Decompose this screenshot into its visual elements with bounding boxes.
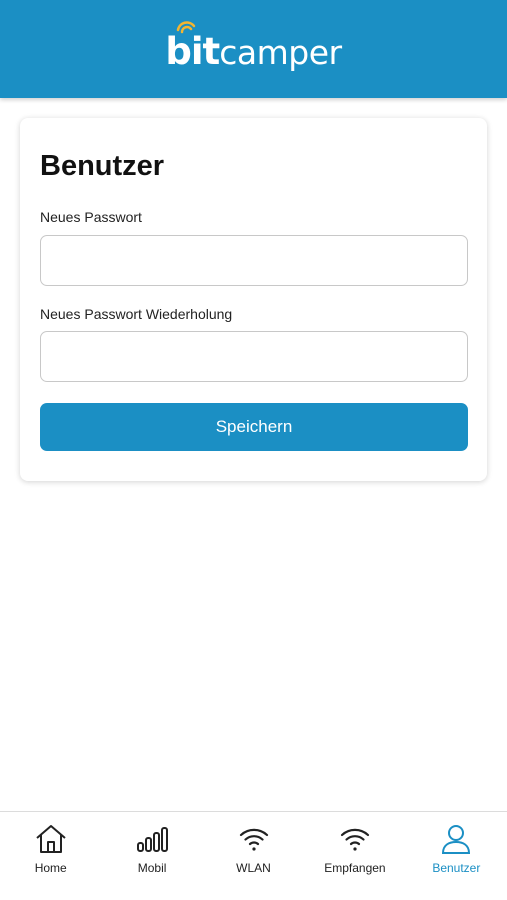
nav-label-wlan: WLAN — [236, 861, 271, 875]
app-header: bit camper — [0, 0, 507, 98]
wifi-icon — [239, 828, 268, 851]
nav-item-benutzer[interactable]: Benutzer — [406, 812, 507, 900]
nav-item-empfangen[interactable]: Empfangen — [304, 812, 405, 900]
nav-item-wlan[interactable]: WLAN — [203, 812, 304, 900]
repeat-password-field[interactable] — [40, 331, 468, 382]
wifi-wave-icon — [177, 20, 196, 33]
repeat-password-label: Neues Passwort Wiederholung — [40, 306, 233, 322]
new-password-label: Neues Passwort — [40, 209, 142, 225]
home-icon — [36, 825, 66, 853]
nav-label-mobil: Mobil — [137, 861, 167, 875]
user-settings-card: Benutzer Neues Passwort Neues Passwort W… — [20, 118, 487, 481]
user-icon — [442, 825, 471, 854]
save-button[interactable]: Speichern — [40, 403, 468, 451]
signal-bars-icon — [137, 827, 169, 852]
page-title: Benutzer — [40, 150, 165, 182]
nav-item-mobil[interactable]: Mobil — [101, 812, 202, 900]
nav-label-empfangen: Empfangen — [324, 861, 386, 875]
bottom-navigation: Home Mobil WLAN Empfangen Benutzer — [0, 811, 507, 900]
wifi-receive-icon — [340, 828, 370, 851]
new-password-field[interactable] — [40, 235, 468, 286]
nav-label-home: Home — [34, 861, 67, 875]
logo-text-camper: camper — [219, 32, 342, 72]
nav-label-benutzer: Benutzer — [432, 861, 481, 875]
bitcamper-logo: bit camper — [165, 20, 342, 73]
nav-item-home[interactable]: Home — [0, 812, 101, 900]
